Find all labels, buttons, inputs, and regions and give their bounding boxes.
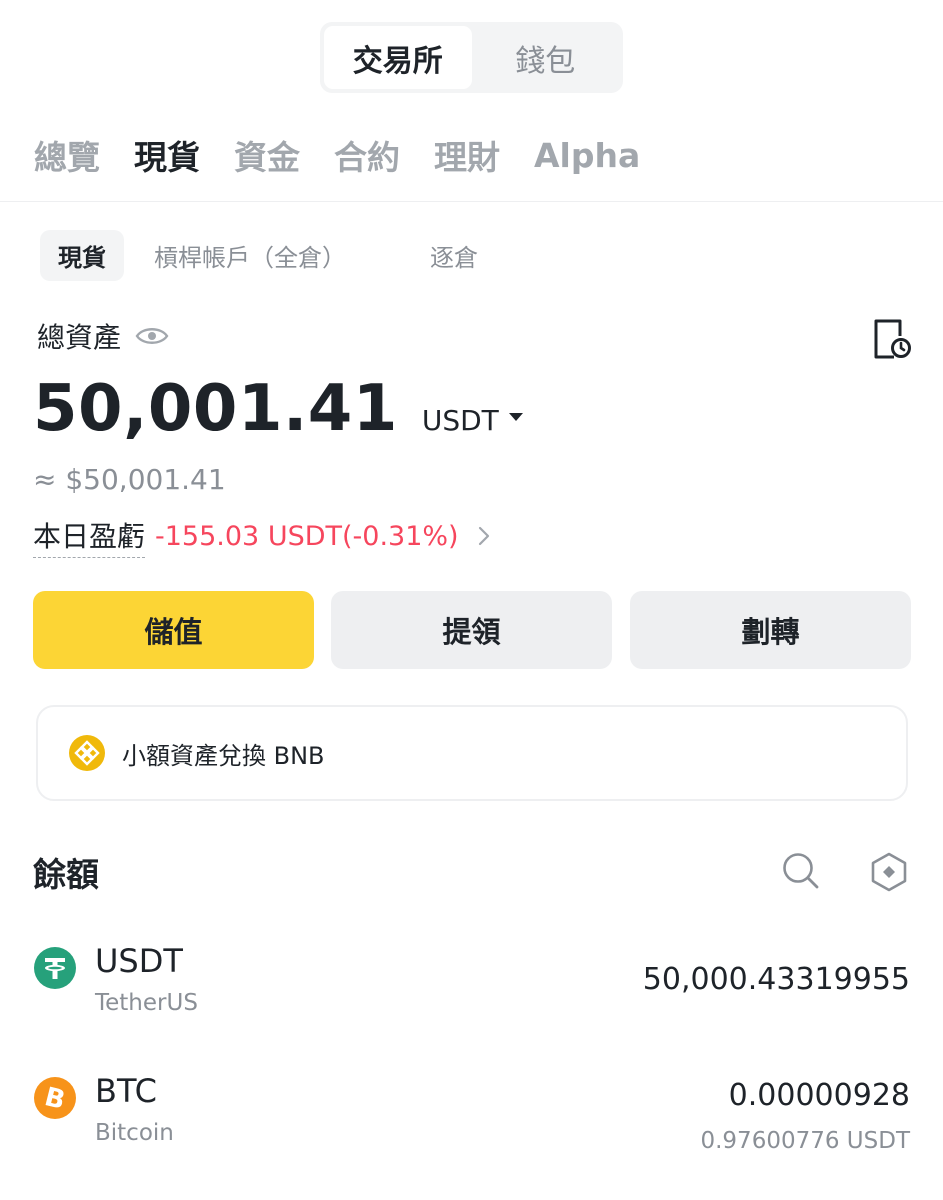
asset-amount: 0.00000928 [728, 1078, 910, 1113]
pnl-value: -155.03 USDT(-0.31%) [155, 520, 459, 552]
subtab-isolated-margin[interactable]: 逐倉 [412, 230, 496, 281]
total-assets-header: 總資產 [37, 316, 169, 356]
subtab-cross-margin[interactable]: 槓桿帳戶（全倉） [136, 230, 364, 281]
eye-icon[interactable] [135, 324, 169, 348]
withdraw-button[interactable]: 提領 [331, 591, 612, 669]
tab-futures[interactable]: 合約 [334, 131, 400, 179]
pnl-label: 本日盈虧 [33, 515, 146, 558]
history-icon[interactable] [872, 318, 912, 360]
asset-amount: 50,000.43319955 [642, 962, 910, 997]
hide-small-icon[interactable] [870, 852, 908, 892]
sub-tabs: 現貨 槓桿帳戶（全倉） 逐倉 [40, 230, 508, 281]
tab-funding[interactable]: 資金 [234, 131, 300, 179]
tab-spot[interactable]: 現貨 [134, 131, 200, 179]
search-icon[interactable] [782, 852, 820, 890]
convert-small-assets-card[interactable]: 小額資產兌換 BNB [36, 705, 908, 801]
asset-name: TetherUS [95, 990, 198, 1016]
wallet-tab[interactable]: 錢包 [472, 26, 620, 89]
approx-usd-value: ≈ $50,001.41 [33, 463, 226, 496]
btc-icon: B [34, 1077, 76, 1119]
bnb-icon [69, 735, 105, 771]
exchange-tab[interactable]: 交易所 [324, 26, 472, 89]
asset-row[interactable]: USDT TetherUS 50,000.43319955 [33, 942, 910, 1046]
currency-selector[interactable]: USDT [422, 404, 523, 437]
asset-row[interactable]: B BTC Bitcoin 0.00000928 0.97600776 USDT [33, 1072, 910, 1176]
tab-overview[interactable]: 總覽 [34, 131, 100, 179]
chevron-right-icon [478, 526, 489, 546]
balances-title: 餘額 [33, 855, 99, 894]
convert-label: 小額資產兌換 BNB [122, 741, 325, 770]
total-balance-value: 50,001.41 [33, 372, 398, 446]
total-assets-label: 總資產 [37, 321, 122, 354]
asset-name: Bitcoin [95, 1120, 174, 1146]
asset-symbol: BTC [95, 1072, 157, 1110]
tabs-divider [0, 201, 943, 202]
exchange-wallet-switch: 交易所 錢包 [320, 22, 623, 93]
tab-earn[interactable]: 理財 [434, 131, 500, 179]
todays-pnl[interactable]: 本日盈虧 -155.03 USDT(-0.31%) [33, 515, 491, 558]
usdt-icon [34, 947, 76, 989]
transfer-button[interactable]: 劃轉 [630, 591, 911, 669]
caret-down-icon [508, 412, 523, 421]
deposit-button[interactable]: 儲值 [33, 591, 314, 669]
currency-label: USDT [421, 404, 499, 437]
subtab-spot[interactable]: 現貨 [40, 230, 124, 281]
asset-symbol: USDT [95, 942, 183, 980]
main-tabs: 總覽 現貨 資金 合約 理財 Alpha [34, 128, 674, 182]
asset-value: 0.97600776 USDT [700, 1128, 910, 1154]
total-balance: 50,001.41 USDT [33, 372, 523, 452]
tab-alpha[interactable]: Alpha [534, 136, 640, 175]
